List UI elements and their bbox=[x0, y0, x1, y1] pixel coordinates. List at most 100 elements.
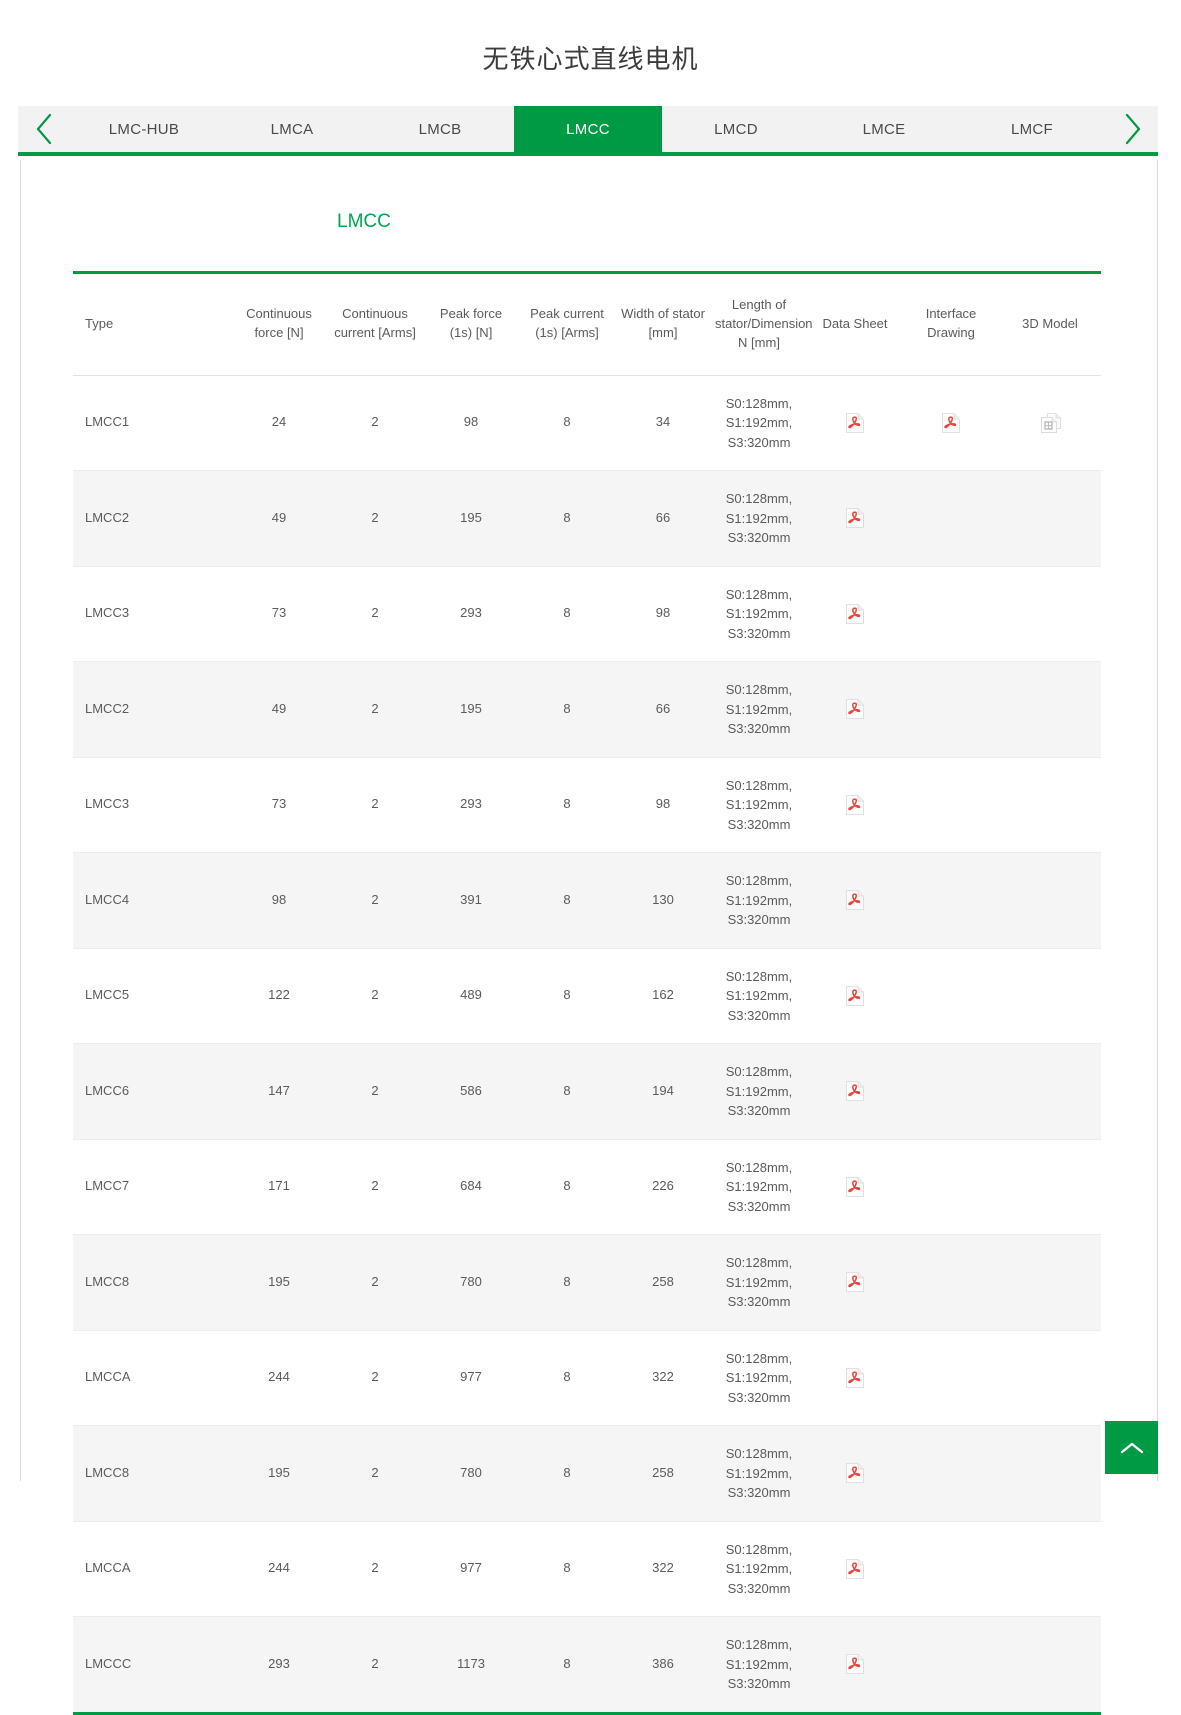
cell-peak-current: 8 bbox=[519, 375, 615, 471]
table-row: LMCC49823918130S0:128mm,S1:192mm,S3:320m… bbox=[73, 853, 1101, 949]
cell-peak-force: 293 bbox=[423, 757, 519, 853]
cell-interface-drawing bbox=[903, 566, 999, 662]
cell-length-of-stator: S0:128mm,S1:192mm,S3:320mm bbox=[711, 471, 807, 567]
header-peak-force: Peak force (1s) [N] bbox=[423, 273, 519, 376]
cell-width-of-stator: 258 bbox=[615, 1235, 711, 1331]
pdf-icon[interactable] bbox=[845, 1558, 865, 1580]
header-3d-model: 3D Model bbox=[999, 273, 1101, 376]
stator-dimensions: S0:128mm,S1:192mm,S3:320mm bbox=[715, 776, 803, 835]
cell-3d-model bbox=[999, 1521, 1101, 1617]
cell-peak-current: 8 bbox=[519, 566, 615, 662]
cell-data-sheet[interactable] bbox=[807, 375, 903, 471]
3d-model-icon[interactable] bbox=[1040, 412, 1060, 434]
stator-dimensions: S0:128mm,S1:192mm,S3:320mm bbox=[715, 1635, 803, 1694]
tab-lmcf[interactable]: LMCF bbox=[958, 106, 1106, 152]
cell-data-sheet[interactable] bbox=[807, 1426, 903, 1522]
tab-lmce[interactable]: LMCE bbox=[810, 106, 958, 152]
cell-type: LMCCA bbox=[73, 1521, 231, 1617]
cell-length-of-stator: S0:128mm,S1:192mm,S3:320mm bbox=[711, 662, 807, 758]
pdf-icon[interactable] bbox=[845, 698, 865, 720]
cell-continuous-force: 24 bbox=[231, 375, 327, 471]
header-continuous-force: Continuous force [N] bbox=[231, 273, 327, 376]
cell-peak-current: 8 bbox=[519, 1426, 615, 1522]
cell-continuous-force: 244 bbox=[231, 1330, 327, 1426]
cell-data-sheet[interactable] bbox=[807, 948, 903, 1044]
cell-peak-current: 8 bbox=[519, 1521, 615, 1617]
cell-continuous-current: 2 bbox=[327, 1330, 423, 1426]
tab-lmcb[interactable]: LMCB bbox=[366, 106, 514, 152]
cell-peak-force: 195 bbox=[423, 471, 519, 567]
table-row: LMCC2492195866S0:128mm,S1:192mm,S3:320mm bbox=[73, 471, 1101, 567]
cell-data-sheet[interactable] bbox=[807, 757, 903, 853]
cell-3d-model[interactable] bbox=[999, 375, 1101, 471]
stator-dimensions: S0:128mm,S1:192mm,S3:320mm bbox=[715, 1253, 803, 1312]
header-interface-drawing: Interface Drawing bbox=[903, 273, 999, 376]
back-to-top-button[interactable] bbox=[1105, 1421, 1158, 1474]
pdf-icon[interactable] bbox=[845, 507, 865, 529]
cell-peak-current: 8 bbox=[519, 1044, 615, 1140]
cell-data-sheet[interactable] bbox=[807, 1139, 903, 1235]
table-row: LMCC3732293898S0:128mm,S1:192mm,S3:320mm bbox=[73, 566, 1101, 662]
tab-label: LMCE bbox=[863, 121, 906, 138]
cell-data-sheet[interactable] bbox=[807, 662, 903, 758]
cell-peak-force: 586 bbox=[423, 1044, 519, 1140]
cell-peak-force: 293 bbox=[423, 566, 519, 662]
cell-length-of-stator: S0:128mm,S1:192mm,S3:320mm bbox=[711, 948, 807, 1044]
pdf-icon[interactable] bbox=[845, 1176, 865, 1198]
pdf-icon[interactable] bbox=[845, 1367, 865, 1389]
cell-peak-force: 977 bbox=[423, 1330, 519, 1426]
pdf-icon[interactable] bbox=[845, 889, 865, 911]
cell-interface-drawing bbox=[903, 1330, 999, 1426]
pdf-icon[interactable] bbox=[845, 1653, 865, 1675]
tab-next-arrow[interactable] bbox=[1106, 106, 1158, 152]
pdf-icon[interactable] bbox=[845, 603, 865, 625]
cell-data-sheet[interactable] bbox=[807, 1235, 903, 1331]
cell-data-sheet[interactable] bbox=[807, 471, 903, 567]
pdf-icon[interactable] bbox=[845, 794, 865, 816]
cell-continuous-force: 195 bbox=[231, 1426, 327, 1522]
pdf-icon[interactable] bbox=[941, 412, 961, 434]
pdf-icon[interactable] bbox=[845, 412, 865, 434]
cell-length-of-stator: S0:128mm,S1:192mm,S3:320mm bbox=[711, 1521, 807, 1617]
cell-type: LMCC8 bbox=[73, 1426, 231, 1522]
cell-width-of-stator: 162 bbox=[615, 948, 711, 1044]
tab-list: LMC-HUB LMCALMCB LMCC LMCD LMCE LMCF bbox=[70, 106, 1106, 152]
tab-lmcd[interactable]: LMCD bbox=[662, 106, 810, 152]
cell-type: LMCC7 bbox=[73, 1139, 231, 1235]
cell-data-sheet[interactable] bbox=[807, 566, 903, 662]
cell-peak-current: 8 bbox=[519, 1235, 615, 1331]
cell-continuous-force: 98 bbox=[231, 853, 327, 949]
cell-continuous-force: 147 bbox=[231, 1044, 327, 1140]
tab-lmcc[interactable]: LMCC bbox=[514, 106, 662, 152]
cell-data-sheet[interactable] bbox=[807, 1044, 903, 1140]
tab-prev-arrow[interactable] bbox=[18, 106, 70, 152]
tab-label: LMC-HUB bbox=[109, 121, 179, 138]
cell-3d-model bbox=[999, 1235, 1101, 1331]
content-panel: LMCC Type Continuous force [N] Continuou… bbox=[20, 160, 1158, 1481]
cell-data-sheet[interactable] bbox=[807, 1330, 903, 1426]
cell-peak-current: 8 bbox=[519, 853, 615, 949]
cell-width-of-stator: 194 bbox=[615, 1044, 711, 1140]
spec-table: Type Continuous force [N] Continuous cur… bbox=[73, 271, 1101, 1715]
cell-data-sheet[interactable] bbox=[807, 1617, 903, 1714]
cell-type: LMCC3 bbox=[73, 566, 231, 662]
cell-3d-model bbox=[999, 1330, 1101, 1426]
table-row: LMCCA24429778322S0:128mm,S1:192mm,S3:320… bbox=[73, 1330, 1101, 1426]
stator-dimensions: S0:128mm,S1:192mm,S3:320mm bbox=[715, 394, 803, 453]
stator-dimensions: S0:128mm,S1:192mm,S3:320mm bbox=[715, 967, 803, 1026]
pdf-icon[interactable] bbox=[845, 985, 865, 1007]
pdf-icon[interactable] bbox=[845, 1080, 865, 1102]
cell-type: LMCC4 bbox=[73, 853, 231, 949]
pdf-icon[interactable] bbox=[845, 1271, 865, 1293]
tab-label: LMCF bbox=[1011, 121, 1053, 138]
cell-continuous-force: 49 bbox=[231, 662, 327, 758]
cell-continuous-force: 122 bbox=[231, 948, 327, 1044]
cell-data-sheet[interactable] bbox=[807, 853, 903, 949]
cell-data-sheet[interactable] bbox=[807, 1521, 903, 1617]
cell-interface-drawing[interactable] bbox=[903, 375, 999, 471]
cell-interface-drawing bbox=[903, 948, 999, 1044]
tab-lmc-hub[interactable]: LMC-HUB bbox=[70, 106, 218, 152]
page-title: 无铁心式直线电机 bbox=[0, 0, 1181, 99]
tab-lmca[interactable]: LMCA bbox=[218, 106, 366, 152]
tab-label: LMCC bbox=[566, 121, 610, 138]
